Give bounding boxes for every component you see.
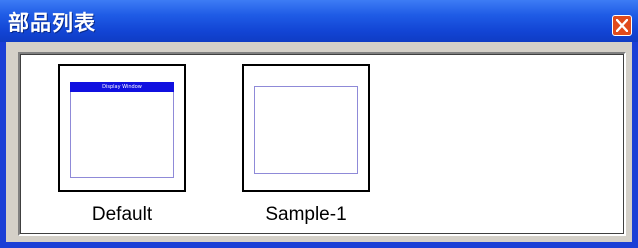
window-title: 部品列表 [8,11,96,35]
close-button[interactable] [612,15,632,36]
page-preview [254,86,358,174]
part-item-label: Sample-1 [265,204,347,225]
page-preview: Display Window [70,82,174,178]
parts-list-window: 部品列表 Display Window Default Sample-1 [0,0,638,248]
part-item-sample-1[interactable]: Sample-1 [242,64,382,234]
close-icon [616,19,628,32]
parts-list[interactable]: Display Window Default Sample-1 [18,52,626,236]
part-item-label: Default [91,204,153,225]
part-thumbnail[interactable] [242,64,370,192]
page-preview-header: Display Window [70,82,174,92]
window-client-area: Display Window Default Sample-1 [6,42,632,242]
title-bar[interactable]: 部品列表 [0,0,638,42]
part-thumbnail[interactable]: Display Window [58,64,186,192]
part-item-default[interactable]: Display Window Default [58,64,198,234]
